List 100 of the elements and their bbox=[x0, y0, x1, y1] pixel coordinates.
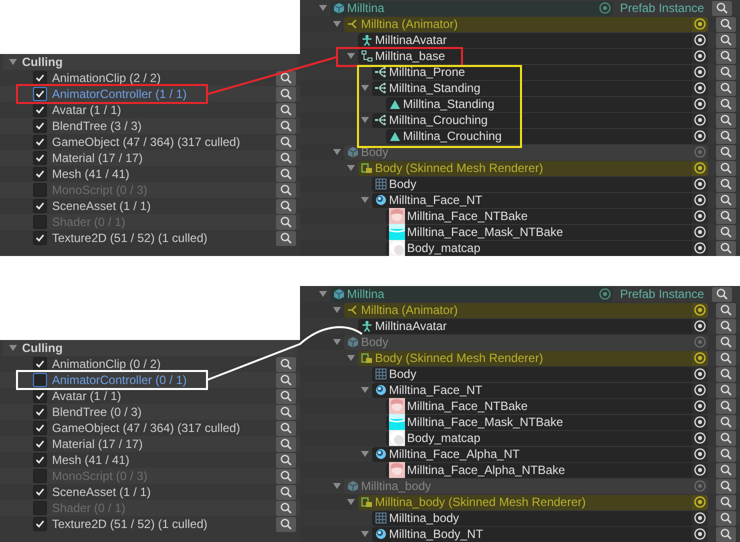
target-icon[interactable] bbox=[692, 48, 708, 64]
checkbox[interactable] bbox=[33, 199, 47, 213]
target-icon[interactable] bbox=[692, 462, 708, 478]
target-icon[interactable] bbox=[692, 350, 708, 366]
target-icon[interactable] bbox=[692, 64, 708, 80]
search-button[interactable] bbox=[276, 102, 296, 118]
tree-item[interactable]: Body (Skinned Mesh Renderer) bbox=[358, 350, 708, 366]
search-button[interactable] bbox=[716, 494, 736, 510]
target-icon[interactable] bbox=[692, 16, 708, 32]
tree-item[interactable]: Body bbox=[372, 176, 708, 192]
tree-item[interactable]: MilltinaAvatar bbox=[358, 32, 708, 48]
search-button[interactable] bbox=[276, 134, 296, 150]
tree-item[interactable]: Milltina_Standing bbox=[386, 96, 708, 112]
tree-item[interactable]: Body_matcap bbox=[386, 430, 708, 446]
tree-item[interactable]: Body bbox=[372, 366, 708, 382]
tree-item[interactable]: Milltina (Animator) bbox=[344, 302, 708, 318]
search-button[interactable] bbox=[716, 462, 736, 478]
search-button[interactable] bbox=[276, 516, 296, 532]
checkbox[interactable] bbox=[33, 167, 47, 181]
target-icon[interactable] bbox=[692, 112, 708, 128]
tree-item[interactable]: Milltina bbox=[330, 0, 613, 16]
tree-item[interactable]: Milltina_Face_NT bbox=[372, 192, 708, 208]
target-icon[interactable] bbox=[692, 128, 708, 144]
target-icon[interactable] bbox=[692, 398, 708, 414]
checkbox[interactable] bbox=[33, 437, 47, 451]
search-button[interactable] bbox=[276, 230, 296, 246]
search-button[interactable] bbox=[276, 372, 296, 388]
target-icon[interactable] bbox=[692, 446, 708, 462]
checkbox[interactable] bbox=[33, 103, 47, 117]
search-button[interactable] bbox=[716, 112, 736, 128]
checkbox[interactable] bbox=[33, 87, 47, 101]
search-button[interactable] bbox=[716, 318, 736, 334]
search-button[interactable] bbox=[276, 452, 296, 468]
tree-item[interactable]: Milltina_Face_NTBake bbox=[386, 398, 708, 414]
search-button[interactable] bbox=[716, 224, 736, 240]
search-button[interactable] bbox=[276, 150, 296, 166]
target-icon[interactable] bbox=[692, 80, 708, 96]
search-button[interactable] bbox=[716, 366, 736, 382]
search-button[interactable] bbox=[276, 86, 296, 102]
target-icon[interactable] bbox=[692, 96, 708, 112]
search-button[interactable] bbox=[716, 526, 736, 542]
search-button[interactable] bbox=[716, 192, 736, 208]
search-button[interactable] bbox=[712, 0, 732, 16]
checkbox[interactable] bbox=[33, 421, 47, 435]
target-icon[interactable] bbox=[692, 240, 708, 256]
tree-item[interactable]: Body_matcap bbox=[386, 240, 708, 256]
search-button[interactable] bbox=[276, 356, 296, 372]
section-header[interactable]: Culling bbox=[3, 54, 297, 70]
search-button[interactable] bbox=[276, 468, 296, 484]
search-button[interactable] bbox=[716, 128, 736, 144]
target-icon[interactable] bbox=[692, 176, 708, 192]
target-icon[interactable] bbox=[692, 510, 708, 526]
tree-item[interactable]: Milltina_Face_Alpha_NTBake bbox=[386, 462, 708, 478]
checkbox[interactable] bbox=[33, 485, 47, 499]
search-button[interactable] bbox=[716, 302, 736, 318]
search-button[interactable] bbox=[276, 500, 296, 516]
target-icon[interactable] bbox=[692, 430, 708, 446]
checkbox[interactable] bbox=[33, 357, 47, 371]
checkbox[interactable] bbox=[33, 71, 47, 85]
tree-item[interactable]: Milltina_Face_Mask_NTBake bbox=[386, 224, 708, 240]
search-button[interactable] bbox=[716, 334, 736, 350]
search-button[interactable] bbox=[276, 182, 296, 198]
tree-item[interactable]: Milltina_base bbox=[358, 48, 708, 64]
search-button[interactable] bbox=[716, 96, 736, 112]
checkbox[interactable] bbox=[33, 231, 47, 245]
tree-item[interactable]: Milltina_Face_NT bbox=[372, 382, 708, 398]
search-button[interactable] bbox=[716, 144, 736, 160]
tree-item[interactable]: Milltina_body bbox=[372, 510, 708, 526]
search-button[interactable] bbox=[716, 32, 736, 48]
tree-item[interactable]: Milltina (Animator) bbox=[344, 16, 708, 32]
checkbox[interactable] bbox=[33, 389, 47, 403]
search-button[interactable] bbox=[716, 176, 736, 192]
tree-item[interactable]: Milltina_Face_Alpha_NT bbox=[372, 446, 708, 462]
checkbox[interactable] bbox=[33, 119, 47, 133]
search-button[interactable] bbox=[716, 240, 736, 256]
target-icon[interactable] bbox=[692, 526, 708, 542]
target-icon[interactable] bbox=[692, 208, 708, 224]
search-button[interactable] bbox=[716, 430, 736, 446]
target-icon[interactable] bbox=[692, 366, 708, 382]
tree-item[interactable]: Milltina_Prone bbox=[372, 64, 708, 80]
search-button[interactable] bbox=[276, 166, 296, 182]
target-icon[interactable] bbox=[692, 382, 708, 398]
target-icon[interactable] bbox=[692, 224, 708, 240]
checkbox[interactable] bbox=[33, 373, 47, 387]
tree-item[interactable]: Milltina_body (Skinned Mesh Renderer) bbox=[358, 494, 708, 510]
search-button[interactable] bbox=[276, 388, 296, 404]
tree-item[interactable]: Body (Skinned Mesh Renderer) bbox=[358, 160, 708, 176]
search-button[interactable] bbox=[716, 510, 736, 526]
tree-item[interactable]: Milltina_Crouching bbox=[386, 128, 708, 144]
search-button[interactable] bbox=[716, 398, 736, 414]
search-button[interactable] bbox=[716, 16, 736, 32]
target-icon[interactable] bbox=[692, 494, 708, 510]
tree-item[interactable]: MilltinaAvatar bbox=[358, 318, 708, 334]
search-button[interactable] bbox=[276, 214, 296, 230]
tree-item[interactable]: Milltina_Face_Mask_NTBake bbox=[386, 414, 708, 430]
section-header[interactable]: Culling bbox=[3, 340, 297, 356]
checkbox[interactable] bbox=[33, 135, 47, 149]
target-icon[interactable] bbox=[692, 414, 708, 430]
target-icon[interactable] bbox=[692, 32, 708, 48]
checkbox[interactable] bbox=[33, 405, 47, 419]
